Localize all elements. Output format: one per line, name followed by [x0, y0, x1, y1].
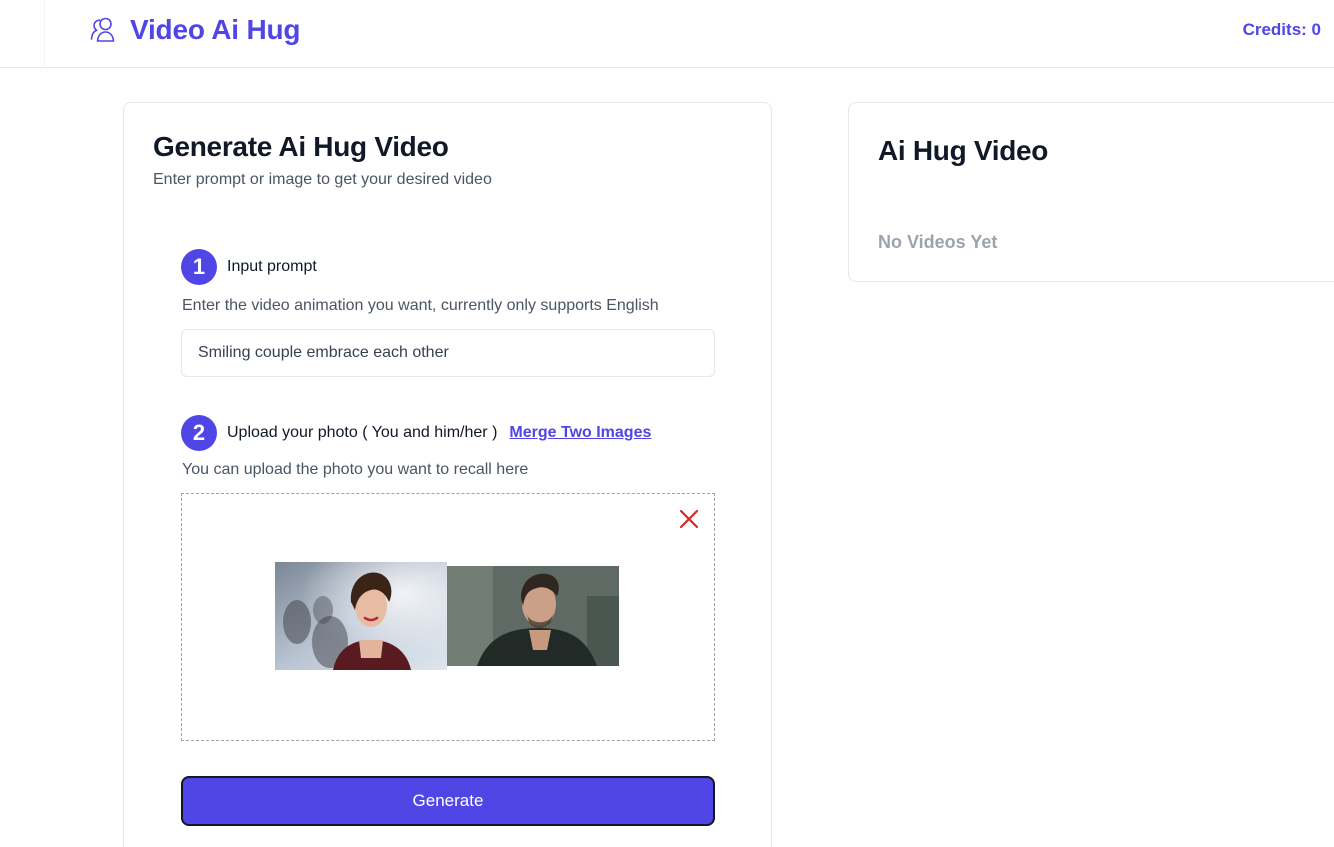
- step-number-badge: 1: [181, 249, 217, 285]
- navbar-divider: [44, 0, 45, 68]
- prompt-input[interactable]: [181, 329, 715, 377]
- top-navigation-bar: Video Ai Hug Credits: 0: [0, 0, 1334, 68]
- users-icon: [90, 17, 115, 42]
- photo-upload-dropzone[interactable]: [181, 493, 715, 741]
- panel-title: Generate Ai Hug Video: [153, 131, 449, 162]
- brand[interactable]: Video Ai Hug: [88, 10, 300, 50]
- merge-two-images-link[interactable]: Merge Two Images: [509, 424, 651, 442]
- results-panel: Ai Hug Video No Videos Yet: [848, 102, 1334, 282]
- step-number-badge: 2: [181, 415, 217, 451]
- uploaded-photo-woman: [275, 562, 447, 670]
- empty-state-message: No Videos Yet: [878, 232, 998, 252]
- step-upload-photo: 2 Upload your photo ( You and him/her ) …: [181, 415, 651, 451]
- results-title: Ai Hug Video: [878, 135, 1049, 166]
- prompt-hint: Enter the video animation you want, curr…: [182, 297, 659, 314]
- step-input-prompt: 1 Input prompt: [181, 249, 317, 285]
- close-icon[interactable]: [678, 508, 700, 530]
- brand-title: Video Ai Hug: [130, 14, 301, 45]
- generate-button[interactable]: Generate: [181, 776, 715, 826]
- generate-panel: Generate Ai Hug Video Enter prompt or im…: [123, 102, 772, 847]
- panel-subtitle: Enter prompt or image to get your desire…: [153, 171, 492, 188]
- upload-hint: You can upload the photo you want to rec…: [182, 461, 529, 478]
- step-label: Input prompt: [227, 258, 317, 275]
- uploaded-photo-man: [447, 566, 619, 666]
- step-label: Upload your photo ( You and him/her ): [227, 424, 498, 441]
- credits-counter: Credits: 0: [1242, 20, 1321, 39]
